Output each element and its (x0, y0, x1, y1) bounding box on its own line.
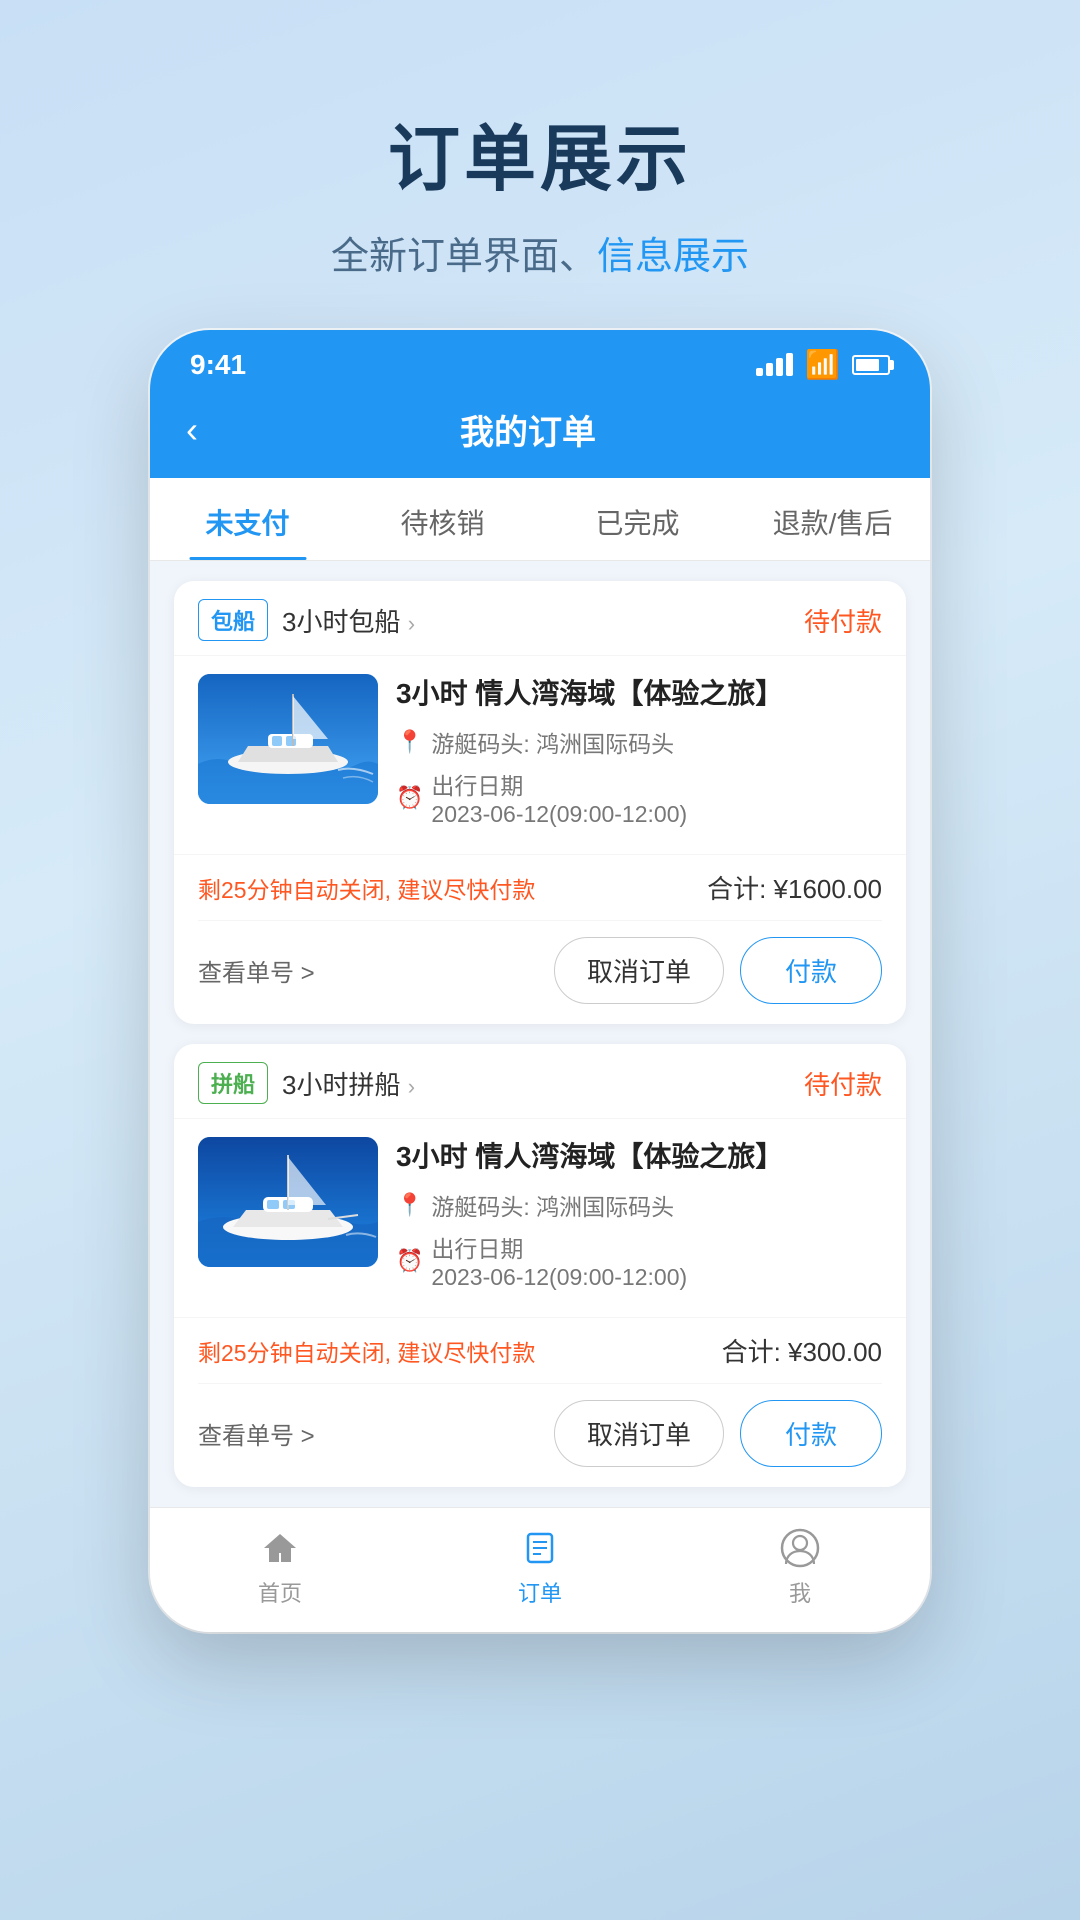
order-item-2: 3小时 情人湾海域【体验之旅】 📍 游艇码头: 鸿洲国际码头 ⏰ 出行日期 20… (174, 1119, 906, 1317)
chevron-right-icon-1: › (408, 611, 415, 636)
nav-label-home: 首页 (258, 1576, 302, 1608)
orders-icon (518, 1526, 562, 1570)
order-tag-baochuan: 包船 (198, 599, 268, 641)
order-status-1: 待付款 (804, 602, 882, 639)
profile-icon (778, 1526, 822, 1570)
tab-pending-verification[interactable]: 待核销 (345, 478, 540, 560)
order-date-1: ⏰ 出行日期 2023-06-12(09:00-12:00) (396, 767, 882, 828)
view-order-1[interactable]: 查看单号 > (198, 953, 315, 988)
action-row-1: 查看单号 > 取消订单 付款 (198, 920, 882, 1024)
battery-icon (852, 355, 890, 375)
order-card-1-header: 包船 3小时包船 › 待付款 (174, 581, 906, 656)
order-list: 包船 3小时包船 › 待付款 (150, 561, 930, 1507)
order-card-2-header: 拼船 3小时拼船 › 待付款 (174, 1044, 906, 1119)
status-time: 9:41 (190, 349, 246, 381)
cancel-order-button-1[interactable]: 取消订单 (554, 937, 724, 1004)
cancel-order-button-2[interactable]: 取消订单 (554, 1400, 724, 1467)
tab-completed[interactable]: 已完成 (540, 478, 735, 560)
order-name-2: 3小时 情人湾海域【体验之旅】 (396, 1137, 882, 1176)
order-location-2: 📍 游艇码头: 鸿洲国际码头 (396, 1188, 882, 1222)
signal-icon (756, 353, 793, 376)
order-info-1: 3小时 情人湾海域【体验之旅】 📍 游艇码头: 鸿洲国际码头 ⏰ 出行日期 20… (396, 674, 882, 836)
home-icon (258, 1526, 302, 1570)
nav-title: 我的订单 (218, 405, 838, 454)
order-status-2: 待付款 (804, 1065, 882, 1102)
tabs-bar: 未支付 待核销 已完成 退款/售后 (150, 478, 930, 561)
order-card-1-footer: 剩25分钟自动关闭, 建议尽快付款 合计: ¥1600.00 查看单号 > 取消… (174, 854, 906, 1024)
warning-row-2: 剩25分钟自动关闭, 建议尽快付款 合计: ¥300.00 (198, 1318, 882, 1383)
clock-icon-1: ⏰ (396, 785, 423, 811)
location-icon-1: 📍 (396, 729, 423, 755)
order-type-2: 3小时拼船 › (282, 1065, 415, 1102)
subtitle-part1: 全新订单界面、 (331, 236, 597, 278)
nav-label-orders: 订单 (518, 1576, 562, 1608)
warning-row-1: 剩25分钟自动关闭, 建议尽快付款 合计: ¥1600.00 (198, 855, 882, 920)
order-card-1: 包船 3小时包船 › 待付款 (174, 581, 906, 1024)
subtitle-part2: 信息展示 (597, 236, 749, 278)
warning-text-1: 剩25分钟自动关闭, 建议尽快付款 (198, 871, 535, 905)
total-text-1: 合计: ¥1600.00 (707, 869, 882, 906)
order-type-1: 3小时包船 › (282, 602, 415, 639)
order-card-2: 拼船 3小时拼船 › 待付款 (174, 1044, 906, 1487)
pay-button-2[interactable]: 付款 (740, 1400, 882, 1467)
order-item-1: 3小时 情人湾海域【体验之旅】 📍 游艇码头: 鸿洲国际码头 ⏰ 出行日期 20… (174, 656, 906, 854)
tab-unpaid[interactable]: 未支付 (150, 478, 345, 560)
pay-button-1[interactable]: 付款 (740, 937, 882, 1004)
wifi-icon: 📶 (805, 348, 840, 381)
order-date-2: ⏰ 出行日期 2023-06-12(09:00-12:00) (396, 1230, 882, 1291)
page-header: 订单展示 全新订单界面、信息展示 (331, 100, 749, 280)
location-icon-2: 📍 (396, 1192, 423, 1218)
order-name-1: 3小时 情人湾海域【体验之旅】 (396, 674, 882, 713)
page-title: 订单展示 (331, 100, 749, 205)
action-buttons-2: 取消订单 付款 (554, 1400, 882, 1467)
phone-mockup: 9:41 📶 ‹ 我的订单 未支付 待核销 已完成 (150, 330, 930, 1632)
page-subtitle: 全新订单界面、信息展示 (331, 225, 749, 280)
nav-item-orders[interactable]: 订单 (518, 1526, 562, 1608)
chevron-right-icon-2: › (408, 1074, 415, 1099)
order-tag-pinjian: 拼船 (198, 1062, 268, 1104)
tab-refund[interactable]: 退款/售后 (735, 478, 930, 560)
nav-bar: ‹ 我的订单 (150, 391, 930, 478)
order-card-2-footer: 剩25分钟自动关闭, 建议尽快付款 合计: ¥300.00 查看单号 > 取消订… (174, 1317, 906, 1487)
warning-text-2: 剩25分钟自动关闭, 建议尽快付款 (198, 1334, 535, 1368)
total-text-2: 合计: ¥300.00 (722, 1332, 882, 1369)
nav-item-profile[interactable]: 我 (778, 1526, 822, 1608)
action-row-2: 查看单号 > 取消订单 付款 (198, 1383, 882, 1487)
back-button[interactable]: ‹ (186, 409, 198, 451)
order-image-1 (198, 674, 378, 804)
nav-item-home[interactable]: 首页 (258, 1526, 302, 1608)
order-info-2: 3小时 情人湾海域【体验之旅】 📍 游艇码头: 鸿洲国际码头 ⏰ 出行日期 20… (396, 1137, 882, 1299)
order-location-1: 📍 游艇码头: 鸿洲国际码头 (396, 725, 882, 759)
order-image-2 (198, 1137, 378, 1267)
view-order-2[interactable]: 查看单号 > (198, 1416, 315, 1451)
bottom-nav: 首页 订单 我 (150, 1507, 930, 1632)
nav-label-profile: 我 (789, 1576, 811, 1608)
clock-icon-2: ⏰ (396, 1248, 423, 1274)
status-icons: 📶 (756, 348, 890, 381)
action-buttons-1: 取消订单 付款 (554, 937, 882, 1004)
status-bar: 9:41 📶 (150, 330, 930, 391)
